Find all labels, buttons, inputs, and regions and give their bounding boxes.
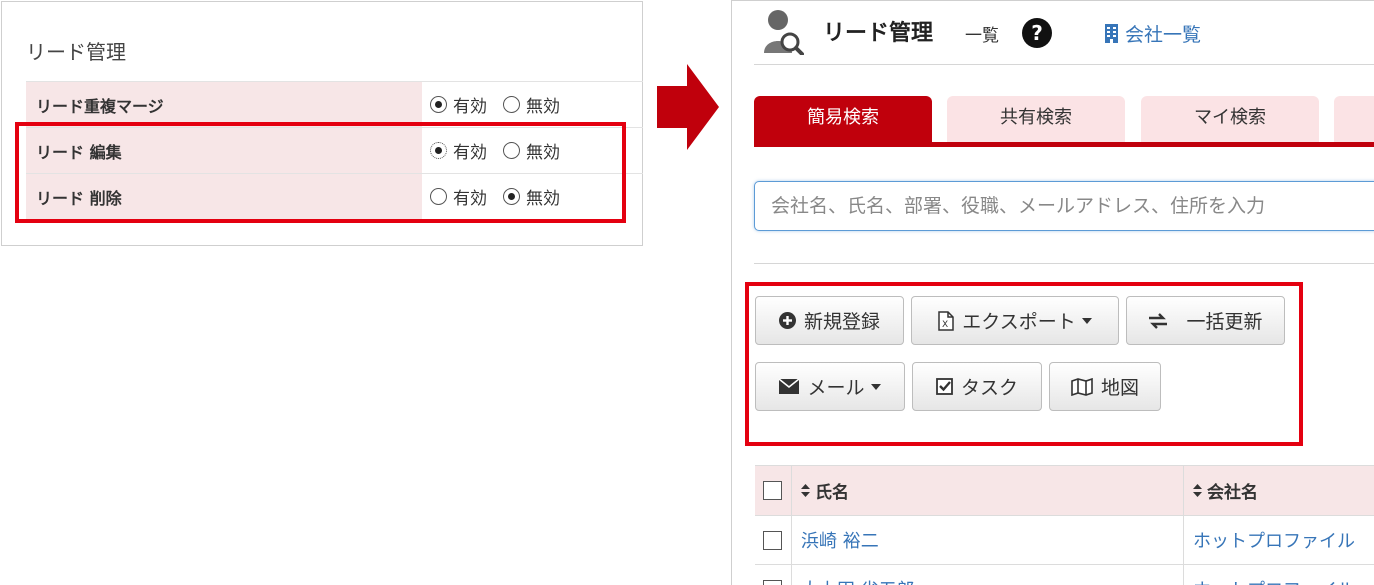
task-button[interactable]: タスク bbox=[912, 362, 1042, 411]
radio-label: 有効 bbox=[453, 97, 487, 117]
radio-delete-enabled[interactable]: 有効 bbox=[430, 184, 487, 209]
search-input[interactable] bbox=[754, 181, 1374, 231]
plus-circle-icon bbox=[778, 312, 796, 329]
radio-label: 無効 bbox=[526, 143, 560, 163]
select-all-cell bbox=[763, 466, 793, 515]
radio-merge-disabled-circle[interactable] bbox=[503, 96, 520, 113]
lead-list-page: リード管理 一覧 ? 会社一覧 簡易検索 共有検索 マイ検索 新規登録 X エク… bbox=[731, 0, 1374, 585]
radio-merge-disabled[interactable]: 無効 bbox=[503, 92, 560, 117]
table-row: 浜崎 裕二 ホットプロファイル bbox=[755, 516, 1374, 565]
setting-label-merge: リード重複マージ bbox=[26, 82, 422, 127]
chevron-down-icon bbox=[870, 383, 881, 390]
radio-edit-enabled-circle[interactable] bbox=[430, 142, 447, 159]
radio-edit-disabled[interactable]: 無効 bbox=[503, 138, 560, 163]
sort-icon bbox=[801, 484, 810, 497]
lead-name-link[interactable]: 大上田 省五郎 bbox=[801, 576, 915, 585]
exchange-arrows-icon bbox=[1148, 312, 1168, 329]
radio-delete-disabled[interactable]: 無効 bbox=[503, 184, 560, 209]
map-button[interactable]: 地図 bbox=[1049, 362, 1161, 411]
row-select-cell bbox=[763, 565, 793, 585]
setting-options-delete: 有効 無効 bbox=[430, 174, 576, 219]
setting-label-delete: リード 削除 bbox=[26, 174, 422, 219]
task-button-label: タスク bbox=[960, 377, 1018, 399]
setting-row-merge: リード重複マージ 有効 無効 bbox=[26, 81, 643, 127]
bulk-update-button-label: 一括更新 bbox=[1186, 311, 1263, 333]
company-list-label: 会社一覧 bbox=[1125, 24, 1202, 46]
radio-edit-disabled-circle[interactable] bbox=[503, 142, 520, 159]
building-icon bbox=[1105, 24, 1118, 43]
map-button-label: 地図 bbox=[1100, 377, 1139, 399]
setting-row-delete: リード 削除 有効 無効 bbox=[26, 173, 643, 219]
search-divider bbox=[754, 263, 1374, 264]
setting-label-edit: リード 編集 bbox=[26, 128, 422, 173]
row-checkbox[interactable] bbox=[763, 530, 782, 550]
new-button[interactable]: 新規登録 bbox=[755, 296, 904, 345]
company-list-link[interactable]: 会社一覧 bbox=[1105, 20, 1201, 47]
export-button-label: エクスポート bbox=[962, 311, 1076, 333]
table-row: 大上田 省五郎 ホットプロファイル bbox=[755, 565, 1374, 585]
lead-settings-panel: リード管理 リード重複マージ 有効 無効 リード 編集 有効 無効 リード 削除… bbox=[1, 1, 643, 246]
row-checkbox[interactable] bbox=[763, 579, 782, 585]
tabs-underline bbox=[754, 142, 1374, 147]
company-name-link[interactable]: ホットプロファイル bbox=[1193, 576, 1355, 585]
mail-button[interactable]: メール bbox=[755, 362, 905, 411]
export-button[interactable]: X エクスポート bbox=[911, 296, 1119, 345]
search-tabs: 簡易検索 共有検索 マイ検索 bbox=[754, 96, 1374, 150]
settings-title: リード管理 bbox=[26, 40, 126, 64]
map-icon bbox=[1071, 377, 1093, 396]
right-arrow-icon bbox=[657, 64, 719, 150]
tab-shared-search[interactable]: 共有検索 bbox=[947, 96, 1125, 144]
company-name-link[interactable]: ホットプロファイル bbox=[1193, 527, 1355, 553]
name-cell: 浜崎 裕二 bbox=[791, 516, 1183, 564]
chevron-down-icon bbox=[1081, 317, 1092, 324]
radio-label: 有効 bbox=[453, 143, 487, 163]
lead-name-link[interactable]: 浜崎 裕二 bbox=[801, 527, 879, 553]
name-cell: 大上田 省五郎 bbox=[791, 565, 1183, 585]
radio-label: 有効 bbox=[453, 189, 487, 209]
help-icon[interactable]: ? bbox=[1022, 18, 1052, 48]
column-header-company-label: 会社名 bbox=[1207, 483, 1258, 503]
setting-options-merge: 有効 無効 bbox=[430, 82, 576, 127]
radio-edit-enabled[interactable]: 有効 bbox=[430, 138, 487, 163]
row-select-cell bbox=[763, 516, 793, 564]
tab-my-search[interactable]: マイ検索 bbox=[1141, 96, 1319, 144]
checkbox-checked-icon bbox=[936, 378, 953, 395]
tab-more[interactable] bbox=[1334, 96, 1374, 144]
page-subtitle: 一覧 bbox=[965, 26, 999, 46]
setting-row-edit: リード 編集 有効 無効 bbox=[26, 127, 643, 173]
company-cell: ホットプロファイル bbox=[1183, 565, 1374, 585]
setting-options-edit: 有効 無効 bbox=[430, 128, 576, 173]
column-header-name-label: 氏名 bbox=[815, 483, 849, 503]
column-header-company[interactable]: 会社名 bbox=[1183, 466, 1374, 515]
select-all-checkbox[interactable] bbox=[763, 481, 782, 500]
radio-label: 無効 bbox=[526, 189, 560, 209]
radio-merge-enabled[interactable]: 有効 bbox=[430, 92, 487, 117]
tab-simple-search[interactable]: 簡易検索 bbox=[754, 96, 932, 144]
table-header-row: 氏名 会社名 bbox=[755, 465, 1374, 516]
radio-merge-enabled-circle[interactable] bbox=[430, 96, 447, 113]
column-header-name[interactable]: 氏名 bbox=[791, 466, 1183, 515]
radio-delete-disabled-circle[interactable] bbox=[503, 188, 520, 205]
sort-icon bbox=[1193, 484, 1202, 497]
svg-text:X: X bbox=[942, 320, 948, 330]
radio-label: 無効 bbox=[526, 97, 560, 117]
new-button-label: 新規登録 bbox=[803, 311, 880, 333]
page-title: リード管理 bbox=[823, 21, 934, 46]
header-divider bbox=[754, 64, 1374, 65]
mail-button-label: メール bbox=[807, 377, 865, 399]
bulk-update-button[interactable]: 一括更新 bbox=[1126, 296, 1285, 345]
user-search-icon bbox=[764, 10, 804, 55]
company-cell: ホットプロファイル bbox=[1183, 516, 1374, 564]
radio-delete-enabled-circle[interactable] bbox=[430, 188, 447, 205]
excel-file-icon: X bbox=[938, 310, 955, 331]
envelope-icon bbox=[779, 379, 800, 394]
